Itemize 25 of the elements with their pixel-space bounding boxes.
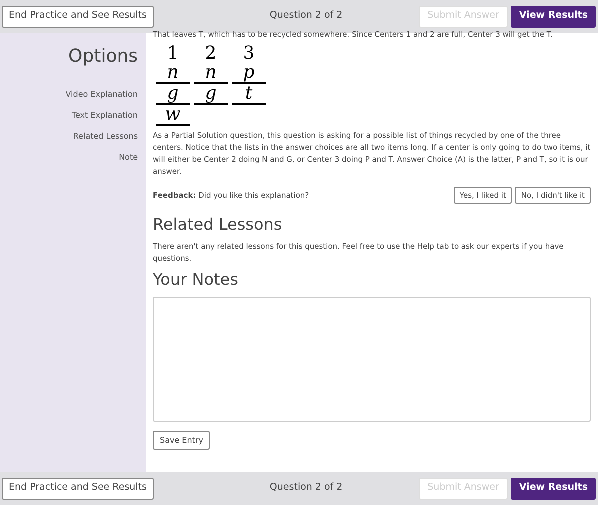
sketch-entry: g	[156, 84, 190, 105]
sketch-header: 3	[243, 44, 255, 63]
sketch-entry: t	[232, 84, 266, 105]
save-entry-button[interactable]: Save Entry	[153, 431, 210, 450]
view-results-button[interactable]: View Results	[511, 478, 596, 500]
sidebar-link[interactable]: Video Explanation	[66, 84, 138, 105]
sidebar-title: Options	[68, 45, 138, 69]
sketch-entry: n	[194, 63, 228, 84]
end-practice-button[interactable]: End Practice and See Results	[2, 478, 154, 500]
view-results-button[interactable]: View Results	[511, 6, 596, 28]
end-practice-button[interactable]: End Practice and See Results	[2, 6, 154, 28]
sketch-entry: p	[232, 63, 266, 84]
sidebar-link[interactable]: Note	[119, 147, 138, 168]
section-heading: Your Notes	[153, 269, 240, 291]
question-counter: Question 2 of 2	[270, 9, 343, 24]
sidebar-link[interactable]: Related Lessons	[73, 126, 138, 147]
sidebar-link[interactable]: Text Explanation	[72, 105, 138, 126]
sketch-entry: g	[194, 84, 228, 105]
question-counter: Question 2 of 2	[270, 481, 343, 496]
notes-field[interactable]	[153, 297, 591, 422]
sketch-header: 2	[205, 44, 217, 63]
section-heading: Related Lessons	[153, 214, 284, 236]
sketch-entry: n	[156, 63, 190, 84]
sketch-header: 1	[167, 44, 179, 63]
sketch-entry: w	[156, 105, 190, 126]
